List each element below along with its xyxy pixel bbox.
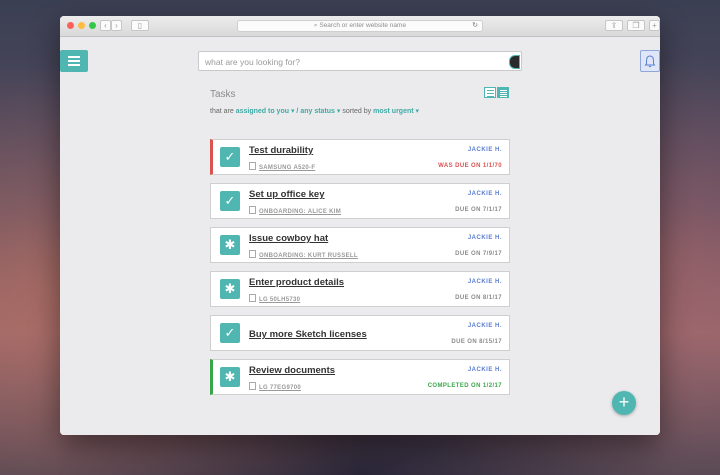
task-due-date: WAS DUE ON 1/1/70 (438, 163, 502, 169)
task-card[interactable]: ✱ Issue cowboy hat ONBOARDING: KURT RUSS… (210, 227, 510, 263)
hamburger-icon (68, 56, 80, 58)
task-title[interactable]: Test durability (249, 145, 313, 156)
task-title[interactable]: Review documents (249, 365, 335, 376)
app-content: Tasks that are assigned to you ▾ / any s… (60, 37, 660, 435)
sorted-by-label: sorted by (342, 108, 372, 115)
task-card[interactable]: ✓ Buy more Sketch licenses JACKIE H. DUE… (210, 315, 510, 351)
search-box[interactable] (198, 51, 522, 71)
check-icon[interactable]: ✓ (220, 191, 240, 211)
task-subtitle[interactable]: SAMSUNG A520-F (249, 162, 315, 171)
document-icon (249, 162, 256, 170)
bell-icon (644, 55, 656, 68)
sidebar-toggle-button[interactable]: ▯ (131, 20, 149, 31)
share-button[interactable]: ⇪ (605, 20, 623, 31)
task-title[interactable]: Buy more Sketch licenses (249, 329, 367, 340)
task-due-date: DUE ON 7/9/17 (455, 251, 502, 257)
document-icon (249, 250, 256, 258)
task-assignee[interactable]: JACKIE H. (468, 235, 502, 241)
check-icon[interactable]: ✓ (220, 323, 240, 343)
asterisk-icon[interactable]: ✱ (220, 367, 240, 387)
task-card[interactable]: ✓ Set up office key ONBOARDING: ALICE KI… (210, 183, 510, 219)
task-card[interactable]: ✓ Test durability SAMSUNG A520-F JACKIE … (210, 139, 510, 175)
task-card[interactable]: ✱ Enter product details LG 50LH5730 JACK… (210, 271, 510, 307)
status-filter-dropdown[interactable]: any status ▾ (300, 108, 340, 115)
browser-window: ‹ › ▯ ⌕ Search or enter website name ↻ ⇪… (60, 16, 660, 435)
add-task-button[interactable]: + (612, 391, 636, 415)
document-icon (249, 382, 256, 390)
task-subtitle[interactable]: ONBOARDING: KURT RUSSELL (249, 250, 358, 259)
task-assignee[interactable]: JACKIE H. (468, 279, 502, 285)
sort-dropdown[interactable]: most urgent ▾ (373, 108, 419, 115)
grid-view-toggle[interactable] (484, 87, 496, 98)
menu-button[interactable] (60, 50, 88, 72)
asterisk-icon[interactable]: ✱ (220, 279, 240, 299)
filter-separator: / (296, 108, 299, 115)
filter-bar: that are assigned to you ▾ / any status … (210, 107, 419, 115)
minimize-window-button[interactable] (78, 22, 85, 29)
task-due-date: DUE ON 7/1/17 (455, 207, 502, 213)
task-assignee[interactable]: JACKIE H. (468, 323, 502, 329)
task-title[interactable]: Enter product details (249, 277, 344, 288)
task-due-date: DUE ON 8/15/17 (451, 339, 502, 345)
task-subtitle[interactable]: ONBOARDING: ALICE KIM (249, 206, 341, 215)
view-toggle-group (484, 87, 510, 98)
task-card[interactable]: ✱ Review documents LG 77EG9700 JACKIE H.… (210, 359, 510, 395)
task-assignee[interactable]: JACKIE H. (468, 191, 502, 197)
check-icon[interactable]: ✓ (220, 147, 240, 167)
task-title[interactable]: Issue cowboy hat (249, 233, 328, 244)
notifications-button[interactable] (640, 50, 660, 72)
search-input[interactable] (199, 53, 511, 71)
document-icon (249, 294, 256, 302)
task-assignee[interactable]: JACKIE H. (468, 147, 502, 153)
search-icon: ⌕ (313, 22, 318, 29)
close-window-button[interactable] (67, 22, 74, 29)
task-due-date: DUE ON 8/1/17 (455, 295, 502, 301)
task-title[interactable]: Set up office key (249, 189, 325, 200)
zoom-window-button[interactable] (89, 22, 96, 29)
page-title: Tasks (210, 89, 236, 100)
back-button[interactable]: ‹ (100, 20, 111, 31)
list-view-toggle[interactable] (497, 87, 509, 98)
forward-button[interactable]: › (111, 20, 122, 31)
asterisk-icon[interactable]: ✱ (220, 235, 240, 255)
new-tab-button[interactable]: + (649, 20, 660, 31)
tabs-button[interactable]: ❐ (627, 20, 645, 31)
reload-icon[interactable]: ↻ (472, 21, 478, 31)
url-bar[interactable]: ⌕ Search or enter website name ↻ (237, 20, 483, 32)
task-subtitle[interactable]: LG 50LH5730 (249, 294, 300, 303)
task-due-date: COMPLETED ON 1/2/17 (427, 383, 502, 389)
browser-toolbar: ‹ › ▯ ⌕ Search or enter website name ↻ ⇪… (60, 16, 660, 37)
document-icon (249, 206, 256, 214)
task-assignee[interactable]: JACKIE H. (468, 367, 502, 373)
task-subtitle[interactable]: LG 77EG9700 (249, 382, 301, 391)
loading-spinner-icon (509, 55, 520, 69)
filter-prefix: that are (210, 108, 234, 115)
url-placeholder: Search or enter website name (319, 22, 407, 29)
assignment-filter-dropdown[interactable]: assigned to you ▾ (236, 108, 295, 115)
